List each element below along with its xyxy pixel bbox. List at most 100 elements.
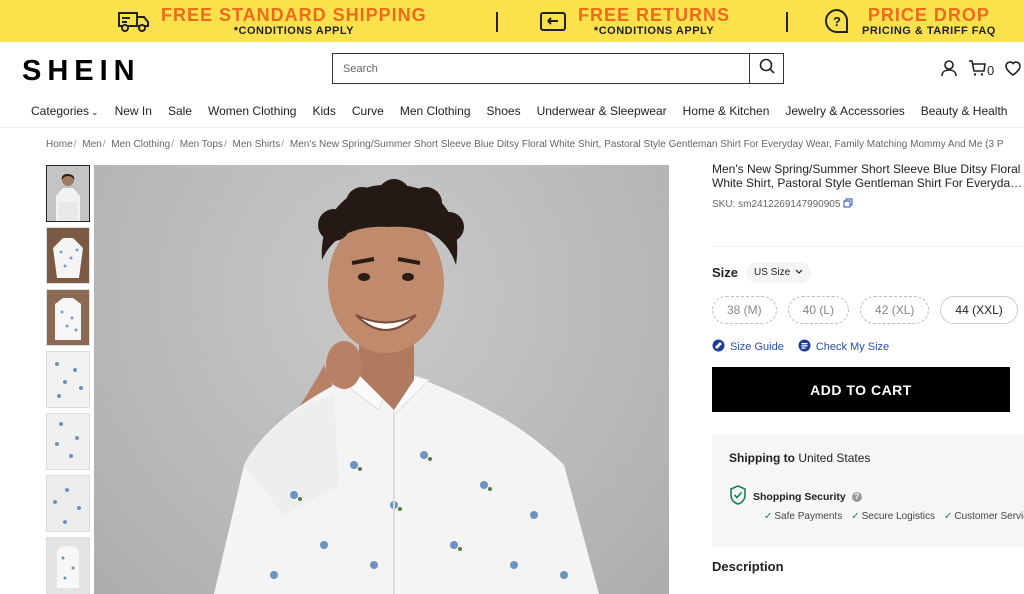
promo-free-returns[interactable]: FREE RETURNS *CONDITIONS APPLY: [538, 0, 730, 42]
breadcrumb-separator: /: [171, 139, 174, 150]
thumbnail-image[interactable]: [46, 351, 90, 408]
nav-item-men-clothing[interactable]: Men Clothing: [392, 104, 479, 118]
thumbnail-image[interactable]: [46, 413, 90, 470]
nav-item-sale[interactable]: Sale: [160, 104, 200, 118]
thumbnail-image[interactable]: [46, 165, 90, 222]
feature-item: ✓ Safe Payments: [764, 511, 842, 522]
feature-item: ✓ Secure Logistics: [851, 511, 935, 522]
breadcrumb-separator: /: [73, 139, 77, 150]
breadcrumb-link[interactable]: Men: [82, 139, 101, 150]
chevron-down-icon: ⌄: [91, 107, 99, 117]
header-actions: 0: [940, 59, 1022, 82]
search-input[interactable]: [333, 54, 749, 83]
check-my-size-link[interactable]: Check My Size: [798, 339, 889, 355]
nav-item-jewelry-accessories[interactable]: Jewelry & Accessories: [777, 104, 912, 118]
feature-label: Customer Service: [954, 511, 1024, 522]
promo-separator: [786, 12, 788, 32]
size-option[interactable]: 38 (M): [712, 296, 777, 324]
nav-item-categories[interactable]: Categories ⌄: [0, 104, 107, 118]
shipping-label: Shipping to: [729, 451, 795, 465]
nav-item-women-clothing[interactable]: Women Clothing: [200, 104, 305, 118]
promo-subtitle: *CONDITIONS APPLY: [233, 24, 354, 37]
shield-check-icon: [729, 485, 747, 508]
promo-title: PRICE DROP: [867, 4, 990, 25]
size-option[interactable]: 42 (XL): [860, 296, 930, 324]
breadcrumb-separator: /: [281, 139, 285, 150]
breadcrumb-link[interactable]: Home: [46, 139, 73, 150]
shipping-country: United States: [798, 451, 871, 465]
category-nav: Categories ⌄ New In Sale Women Clothing K…: [0, 100, 1024, 122]
nav-item-shoes[interactable]: Shoes: [479, 104, 529, 118]
nav-item-beauty-health[interactable]: Beauty & Health: [913, 104, 1016, 118]
promo-banner: FREE STANDARD SHIPPING *CONDITIONS APPLY…: [0, 0, 1024, 42]
security-features: ✓ Safe Payments ✓ Secure Logistics ✓ Custom…: [764, 511, 1024, 522]
promo-price-drop[interactable]: ? PRICE DROP PRICING & TARIFF FAQ: [822, 0, 996, 42]
add-to-cart-button[interactable]: ADD TO CART: [712, 367, 1010, 412]
cart-icon: [968, 59, 986, 82]
product-info: Men's New Spring/Summer Short Sleeve Blu…: [712, 162, 1024, 211]
nav-item-kids[interactable]: Kids: [304, 104, 343, 118]
nav-label: Categories: [31, 104, 90, 118]
nav-divider: [0, 127, 1024, 128]
thumbnail-image[interactable]: [46, 537, 90, 594]
search-button[interactable]: [749, 54, 783, 83]
check-icon: ✓: [764, 511, 773, 522]
svg-text:?: ?: [833, 14, 841, 29]
measure-icon: [798, 339, 811, 355]
size-label: Size: [712, 265, 739, 280]
info-divider: [712, 246, 1024, 247]
heart-icon[interactable]: [1004, 59, 1022, 82]
chevron-down-icon: [795, 267, 803, 278]
returns-icon: [538, 9, 568, 33]
thumbnail-image[interactable]: [46, 475, 90, 532]
breadcrumb-separator: /: [223, 139, 227, 150]
size-option[interactable]: 44 (XXL): [940, 296, 1018, 324]
nav-item-curve[interactable]: Curve: [344, 104, 392, 118]
sku-text: SKU: sm2412269147990905: [712, 199, 841, 210]
nav-item-home-kitchen[interactable]: Home & Kitchen: [675, 104, 778, 118]
breadcrumb-link[interactable]: Men Clothing: [111, 139, 170, 150]
nav-item-baby[interactable]: Baby: [1015, 104, 1024, 118]
size-header: Size US Size: [712, 262, 812, 283]
nav-item-underwear-sleepwear[interactable]: Underwear & Sleepwear: [529, 104, 675, 118]
thumbnail-image[interactable]: [46, 289, 90, 346]
product-main-image[interactable]: [94, 165, 669, 594]
check-my-size-label: Check My Size: [815, 341, 890, 353]
promo-title: FREE STANDARD SHIPPING: [161, 4, 427, 25]
breadcrumb-link[interactable]: Men Shirts: [233, 139, 281, 150]
ruler-icon: [712, 339, 725, 355]
size-type-selector[interactable]: US Size: [746, 262, 812, 283]
shipping-panel: Shipping to United States Shopping Secur…: [712, 434, 1024, 547]
promo-subtitle: PRICING & TARIFF FAQ: [862, 24, 996, 37]
product-title-line: Men's New Spring/Summer Short Sleeve Blu…: [712, 162, 1021, 176]
promo-free-shipping[interactable]: FREE STANDARD SHIPPING *CONDITIONS APPLY: [117, 0, 427, 42]
cart-count: 0: [987, 63, 995, 78]
breadcrumb-link[interactable]: Men Tops: [180, 139, 223, 150]
size-guide-link[interactable]: Size Guide: [712, 339, 784, 355]
help-icon[interactable]: ?: [851, 491, 862, 502]
security-label: Shopping Security: [753, 490, 846, 503]
breadcrumb-separator: /: [102, 139, 106, 150]
cart-button[interactable]: 0: [968, 59, 994, 82]
user-icon[interactable]: [940, 59, 958, 82]
thumbnail-image[interactable]: [46, 227, 90, 284]
size-guide-label: Size Guide: [730, 341, 784, 353]
sku-row: SKU: sm2412269147990905: [712, 198, 1024, 211]
truck-icon: [117, 9, 151, 33]
shein-logo[interactable]: SHEIN: [22, 55, 141, 88]
copy-icon[interactable]: [843, 198, 853, 211]
size-option[interactable]: 40 (L): [787, 296, 850, 324]
nav-item-new-in[interactable]: New In: [107, 104, 160, 118]
search-bar: [332, 53, 784, 84]
question-bubble-icon: ?: [822, 8, 852, 34]
shipping-destination[interactable]: Shipping to United States: [729, 451, 870, 465]
product-title: Men's New Spring/Summer Short Sleeve Blu…: [712, 162, 1024, 190]
shopping-security[interactable]: Shopping Security ?: [729, 485, 862, 508]
check-icon: ✓: [851, 511, 860, 522]
size-options: 38 (M) 40 (L) 42 (XL) 44 (XXL): [712, 296, 1018, 324]
thumbnail-list: [46, 165, 90, 594]
model-photo: [214, 179, 599, 594]
description-heading[interactable]: Description: [712, 559, 784, 574]
size-links: Size Guide Check My Size: [712, 339, 889, 355]
feature-label: Secure Logistics: [861, 511, 935, 522]
